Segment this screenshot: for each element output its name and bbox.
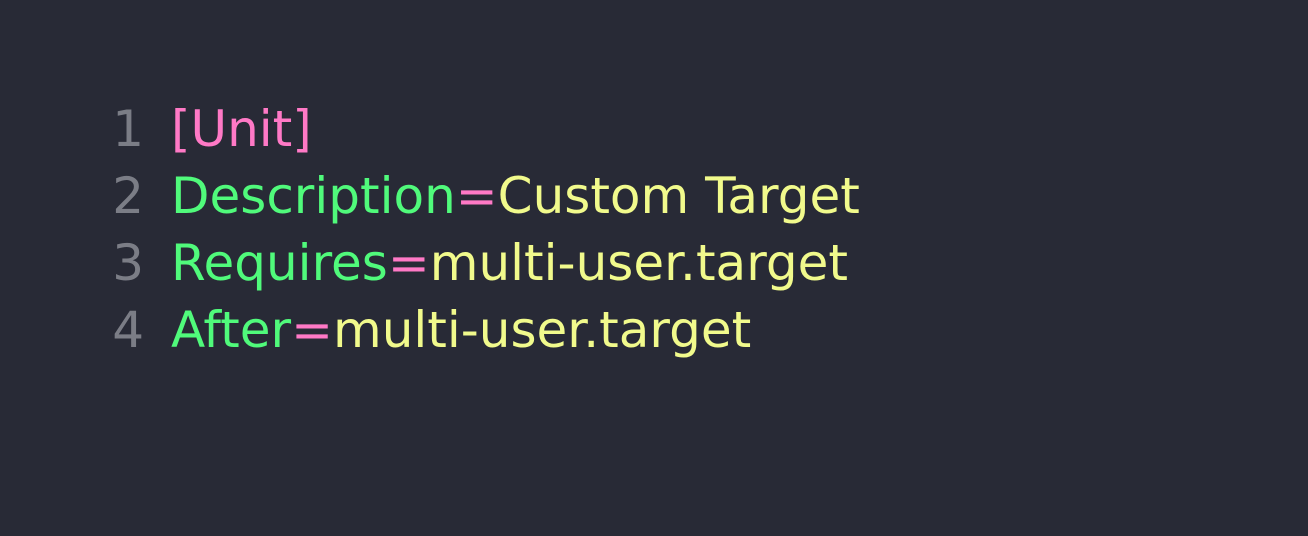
code-line-2: 2 Description = Custom Target (104, 163, 860, 230)
line-number: 1 (112, 100, 144, 158)
section-header: [Unit] (171, 100, 312, 158)
code-line-1: 1 [Unit] (104, 96, 860, 163)
config-value: Custom Target (497, 167, 860, 225)
equals-operator: = (455, 167, 498, 225)
code-line-3: 3 Requires = multi-user.target (104, 230, 860, 297)
code-line-4: 4 After = multi-user.target (104, 297, 860, 364)
config-value: multi-user.target (332, 301, 752, 359)
code-block[interactable]: 1 [Unit] 2 Description = Custom Target 3… (104, 96, 860, 364)
line-number: 2 (112, 167, 144, 225)
line-number: 4 (112, 301, 144, 359)
equals-operator: = (387, 234, 430, 292)
line-number: 3 (112, 234, 144, 292)
config-key: Description (171, 167, 456, 225)
equals-operator: = (291, 301, 333, 359)
config-value: multi-user.target (429, 234, 848, 292)
config-key: Requires (171, 234, 388, 292)
code-editor: 1 [Unit] 2 Description = Custom Target 3… (0, 0, 1308, 536)
config-key: After (171, 301, 292, 359)
